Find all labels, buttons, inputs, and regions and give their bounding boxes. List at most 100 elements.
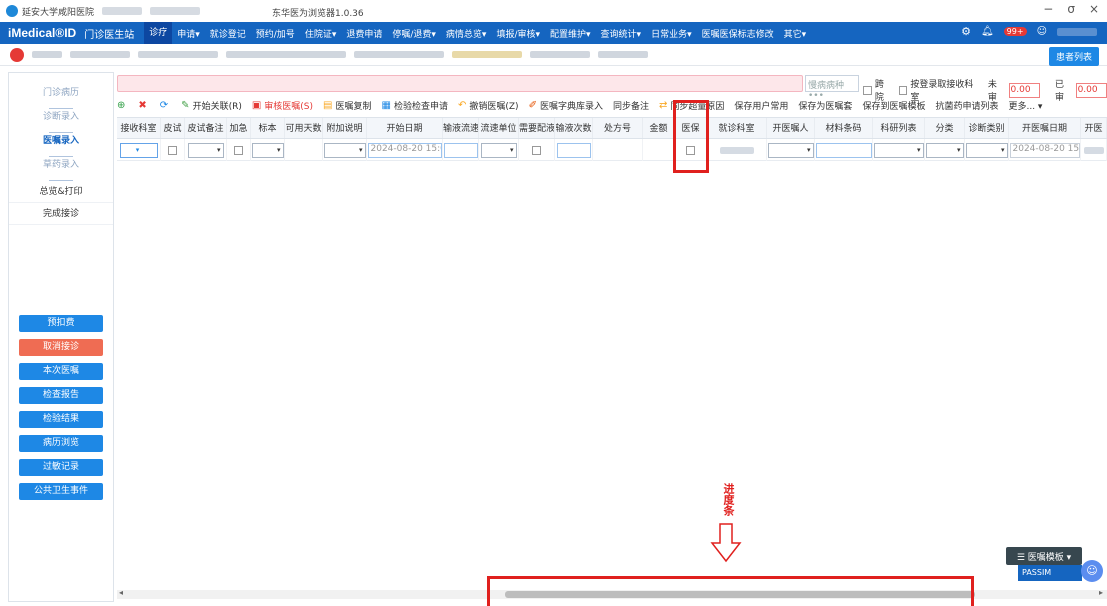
additional-note-select[interactable]: ▾ [323,142,366,158]
nav-item-apply[interactable]: 申请▾ [172,27,205,40]
save-user-common-button[interactable]: 保存用户常用 [734,99,788,112]
scroll-right-icon[interactable]: ▸ [1099,588,1103,597]
column-header[interactable]: 可用天数 [285,118,323,138]
column-header[interactable]: 皮试备注 [185,118,227,138]
column-header[interactable]: 需要配液 [519,118,555,138]
nav-item-query[interactable]: 查询统计▾ [596,27,647,40]
public-health-event-button[interactable]: 公共卫生事件 [19,483,103,500]
infusion-rate-input[interactable] [443,142,478,158]
rate-unit-select[interactable]: ▾ [480,142,517,158]
add-order-button[interactable]: ⊕ [117,100,128,111]
current-orders-button[interactable]: 本次医嘱 [19,363,103,380]
scroll-left-icon[interactable]: ◂ [119,588,123,597]
column-header[interactable]: 标本 [251,118,285,138]
record-browse-button[interactable]: 病历浏览 [19,435,103,452]
nav-item-config[interactable]: 配置维护▾ [545,27,596,40]
bell-icon[interactable]: 🔔︎ [981,26,994,37]
research-list-select[interactable]: ▾ [873,142,924,158]
urgent-checkbox[interactable] [234,145,243,155]
nav-item-daily[interactable]: 日常业务▾ [646,27,697,40]
toolbar-label: 更多... ▾ [1008,101,1043,112]
blurred-username [1057,27,1097,36]
column-header[interactable]: 输液次数 [555,118,593,138]
nav-item-diagnosis[interactable]: 诊疗 [144,22,173,44]
nav-item-overview[interactable]: 病情总览▾ [441,27,492,40]
sidebar-step-order-entry[interactable]: 医嘱录入 [9,129,113,157]
column-header[interactable]: 接收科室 [117,118,161,138]
more-menu-button[interactable]: 更多... ▾ [1008,99,1042,112]
cross-hospital-checkbox[interactable] [863,85,872,95]
column-header[interactable]: 开始日期 [367,118,443,138]
column-header[interactable]: 处方号 [593,118,643,138]
nav-item-other[interactable]: 其它▾ [779,27,812,40]
sidebar-step-diagnosis-entry[interactable]: 诊断录入 [9,105,113,133]
ordering-doctor-select[interactable]: ▾ [767,142,814,158]
login-dept-checkbox[interactable] [898,85,908,95]
minimize-button[interactable]: − [1043,2,1053,16]
passim-panel[interactable]: PASSIM [1018,565,1082,581]
column-header[interactable]: 流速单位 [479,118,519,138]
nav-item-admission[interactable]: 住院证▾ [300,27,342,40]
exam-report-button[interactable]: 检查报告 [19,387,103,404]
column-header[interactable]: 输液流速 [443,118,479,138]
category-select[interactable]: ▾ [925,142,964,158]
column-header[interactable]: 开医 [1081,118,1107,138]
diagnosis-type-select[interactable]: ▾ [965,142,1008,158]
dict-entry-button[interactable]: ✐ 医嘱字典库录入 [529,99,603,112]
gear-icon[interactable]: ⚙ [961,25,971,38]
allergy-record-button[interactable]: 过敏记录 [19,459,103,476]
antibiotic-apply-list-button[interactable]: 抗菌药申请列表 [935,99,998,112]
skin-test-checkbox[interactable] [168,145,177,155]
order-date-input[interactable]: 2024-08-20 15:01 [1009,142,1080,158]
nav-item-insurance-flag[interactable]: 医嘱医保标志修改 [697,27,779,40]
nav-item-refund-apply[interactable]: 退费申请 [341,27,387,40]
infusion-count-input[interactable] [556,142,591,158]
refresh-button[interactable]: ⟳ [160,100,171,111]
receiving-dept-select[interactable]: ▾ [119,142,158,158]
nav-item-register[interactable]: 就诊登记 [205,27,251,40]
lab-result-button[interactable]: 检验结果 [19,411,103,428]
lab-exam-apply-button[interactable]: ▦ 检验检查申请 [382,99,448,112]
material-barcode-input[interactable] [815,142,872,158]
specimen-select[interactable]: ▾ [251,142,284,158]
nav-item-appointment[interactable]: 预约/加号 [251,27,300,40]
save-order-set-button[interactable]: 保存为医嘱套 [798,99,852,112]
delete-order-button[interactable]: ✖ [138,100,149,111]
sync-note-button[interactable]: 同步备注 [613,99,649,112]
maximize-button[interactable]: σ [1067,2,1075,16]
copy-order-button[interactable]: ▤ 医嘱复制 [323,99,371,112]
audit-order-button[interactable]: ▣ 审核医嘱(S) [252,99,313,112]
sidebar-item-overview-print[interactable]: 总览&打印 [9,181,113,203]
column-header[interactable]: 金额 [643,118,675,138]
sidebar-step-herbal-entry[interactable]: 草药录入 [9,153,113,181]
close-button[interactable]: × [1089,2,1099,16]
prepay-button[interactable]: 预扣费 [19,315,103,332]
sidebar-step-medical-record[interactable]: 门诊病历 [9,81,113,109]
patient-list-button[interactable]: 患者列表 [1048,47,1099,66]
assistant-icon[interactable]: ☺ [1081,560,1103,582]
cancel-visit-button[interactable]: 取消接诊 [19,339,103,356]
column-header[interactable]: 开医嘱人 [767,118,815,138]
revoke-order-button[interactable]: ↶ 撤销医嘱(Z) [458,99,519,112]
column-header[interactable]: 皮试 [161,118,185,138]
order-template-button[interactable]: ☰ 医嘱模板 ▾ [1006,547,1082,565]
column-header[interactable]: 开医嘱日期 [1009,118,1081,138]
notification-badge[interactable]: 99+ [1003,27,1027,36]
user-icon[interactable]: ☺ [1037,26,1047,37]
column-header[interactable]: 科研列表 [873,118,925,138]
nav-item-report[interactable]: 填报/审核▾ [491,27,545,40]
start-date-input[interactable]: 2024-08-20 15:01 [367,142,442,158]
column-header[interactable]: 加急 [227,118,251,138]
column-header[interactable]: 诊断类别 [965,118,1009,138]
column-header[interactable]: 材料条码 [815,118,873,138]
sidebar-item-finish-visit[interactable]: 完成接诊 [9,203,113,225]
column-header[interactable]: 分类 [925,118,965,138]
start-link-button[interactable]: ✎ 开始关联(R) [181,99,242,112]
column-header[interactable]: 就诊科室 [707,118,767,138]
column-header[interactable]: 附加说明 [323,118,367,138]
nav-item-stop-order[interactable]: 停嘱/退费▾ [387,27,441,40]
need-mixing-checkbox[interactable] [532,145,541,155]
chronic-disease-input[interactable]: 慢病病种 ••• [805,75,859,101]
skin-test-note-select[interactable]: ▾ [187,142,224,158]
save-order-template-button[interactable]: 保存到医嘱模板 [862,99,925,112]
